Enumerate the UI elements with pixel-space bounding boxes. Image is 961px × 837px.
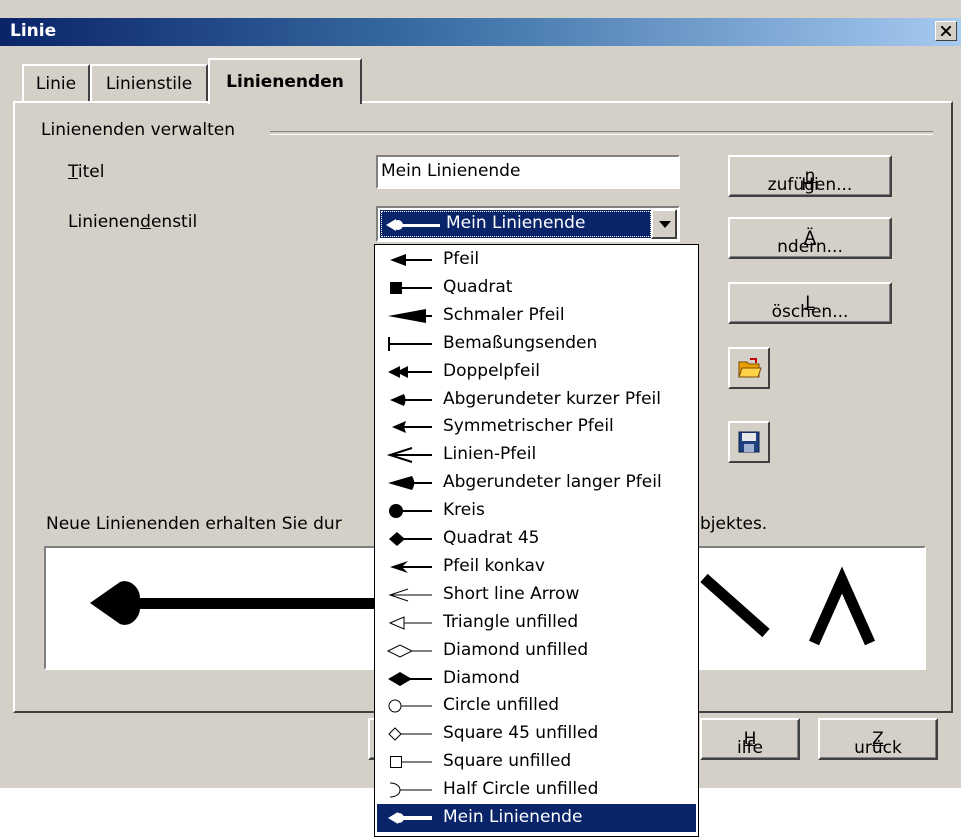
lineend-option[interactable]: Circle unfilled (377, 692, 696, 720)
narrow-arrow-icon (388, 308, 432, 323)
lineend-option-label: Half Circle unfilled (443, 779, 599, 800)
lineend-option[interactable]: Pfeil konkav (377, 553, 696, 581)
lineend-dropdown-list: Pfeil Quadrat Schmaler Pfeil Bemaßungsenden… (374, 244, 699, 837)
lineend-option-label: Short line Arrow (443, 583, 580, 604)
change-button[interactable]: Ändern... (728, 217, 892, 259)
title-input-value: Mein Linienende (381, 161, 521, 181)
tab-label: Linienstile (105, 74, 193, 94)
short-line-arrow-icon (388, 588, 432, 602)
lineend-option[interactable]: Mein Linienende (377, 804, 696, 832)
tab-label: Linienenden (226, 72, 344, 92)
diamond-unfilled-icon (386, 644, 432, 658)
lineend-option[interactable]: Abgerundeter kurzer Pfeil (377, 386, 696, 414)
title-input[interactable]: Mein Linienende (376, 155, 680, 189)
lineend-option[interactable]: Triangle unfilled (377, 609, 696, 637)
lineend-option-label: Quadrat 45 (443, 528, 540, 548)
square-unfilled-icon (390, 756, 432, 769)
lineend-option[interactable]: Schmaler Pfeil (377, 302, 696, 330)
diamond-icon (388, 671, 432, 686)
close-icon (941, 26, 951, 36)
delete-button[interactable]: Löschen... (728, 282, 892, 324)
lineend-option[interactable]: Bemaßungsenden (377, 330, 696, 358)
lineend-option[interactable]: Kreis (377, 497, 696, 525)
chevron-down-icon (659, 221, 671, 228)
square-icon (390, 281, 432, 294)
lineend-option[interactable]: Half Circle unfilled (377, 776, 696, 804)
tab-linienenden[interactable]: Linienenden (208, 58, 362, 104)
lineend-option[interactable]: Pfeil (377, 246, 696, 274)
double-arrow-icon (388, 365, 432, 378)
lineend-option[interactable]: Symmetrischer Pfeil (377, 413, 696, 441)
lineend-option[interactable]: Quadrat (377, 274, 696, 302)
title-label: Titel (68, 162, 105, 182)
lineend-option-label: Schmaler Pfeil (443, 304, 565, 325)
tab-label: Linie (35, 74, 77, 94)
lineend-option[interactable]: Abgerundeter langer Pfeil (377, 469, 696, 497)
floppy-disk-icon (738, 431, 760, 453)
tab-linienstile[interactable]: Linienstile (90, 64, 208, 102)
lineend-option-label: Mein Linienende (443, 807, 583, 827)
rounded-long-arrow-icon (388, 476, 432, 491)
hint-text-right: bjektes. (700, 514, 768, 534)
lineend-option-label: Doppelpfeil (443, 360, 540, 381)
lineend-option-label: Diamond (443, 667, 520, 688)
lineend-option-label: Circle unfilled (443, 695, 560, 716)
style-select[interactable]: Mein Linienende (376, 206, 680, 242)
hint-text-left: Neue Linienenden erhalten Sie dur (46, 514, 342, 534)
lineend-option[interactable]: Diamond unfilled (377, 637, 696, 665)
lineend-option[interactable]: Short line Arrow (377, 581, 696, 609)
lineend-option-label: Kreis (443, 500, 485, 521)
lineend-option[interactable]: Doppelpfeil (377, 358, 696, 386)
square-45-icon (389, 532, 432, 546)
lineend-option[interactable]: Square 45 unfilled (377, 720, 696, 748)
window-title: Linie (10, 21, 57, 41)
open-folder-icon (738, 358, 762, 378)
help-button[interactable]: Hilfe (700, 718, 800, 760)
concave-arrow-icon (390, 560, 432, 573)
lineend-option-label: Pfeil (443, 249, 480, 269)
lineend-option-label: Triangle unfilled (443, 611, 579, 632)
dimension-icon (388, 336, 432, 351)
lineend-option-label: Diamond unfilled (443, 639, 589, 660)
lineend-option-label: Quadrat (443, 276, 513, 297)
rounded-short-arrow-icon (390, 393, 432, 406)
circle-icon (389, 504, 432, 519)
lineend-option-label: Pfeil konkav (443, 555, 545, 576)
custom-lineend-icon (386, 219, 440, 231)
lineend-option[interactable]: Quadrat 45 (377, 525, 696, 553)
lineend-option-label: Bemaßungsenden (443, 332, 598, 353)
square-45-unfilled-icon (388, 727, 432, 742)
back-button[interactable]: Zurück (818, 718, 938, 760)
lineend-option-label: Abgerundeter kurzer Pfeil (443, 388, 661, 409)
add-button[interactable]: Hi n zufügen... (728, 155, 892, 197)
half-circle-unfilled-icon (389, 782, 432, 798)
tab-linie[interactable]: Linie (22, 64, 90, 102)
save-button[interactable] (728, 421, 770, 463)
symmetric-arrow-icon (392, 421, 432, 434)
lineend-option[interactable]: Square unfilled (377, 748, 696, 776)
style-label: Linienendenstil (68, 212, 198, 232)
lineend-option[interactable]: Linien-Pfeil (377, 441, 696, 469)
lineend-option-label: Abgerundeter langer Pfeil (443, 472, 662, 493)
custom-icon (388, 812, 432, 824)
close-button[interactable] (935, 21, 957, 41)
lineend-option-label: Symmetrischer Pfeil (443, 416, 614, 437)
lineend-option-label: Linien-Pfeil (443, 444, 537, 465)
triangle-unfilled-icon (388, 615, 432, 630)
lineend-option-label: Square unfilled (443, 751, 572, 772)
title-bar: Linie (0, 18, 961, 46)
arrow-icon (390, 254, 432, 266)
group-separator (270, 131, 933, 135)
load-button[interactable] (728, 347, 770, 389)
lineend-option[interactable]: Diamond (377, 665, 696, 693)
lineend-option-label: Square 45 unfilled (443, 723, 599, 744)
line-arrow-icon (386, 447, 432, 464)
group-label: Linienenden verwalten (41, 120, 236, 140)
dropdown-button[interactable] (651, 209, 677, 239)
circle-unfilled-icon (388, 699, 432, 713)
style-select-value: Mein Linienende (380, 210, 652, 238)
